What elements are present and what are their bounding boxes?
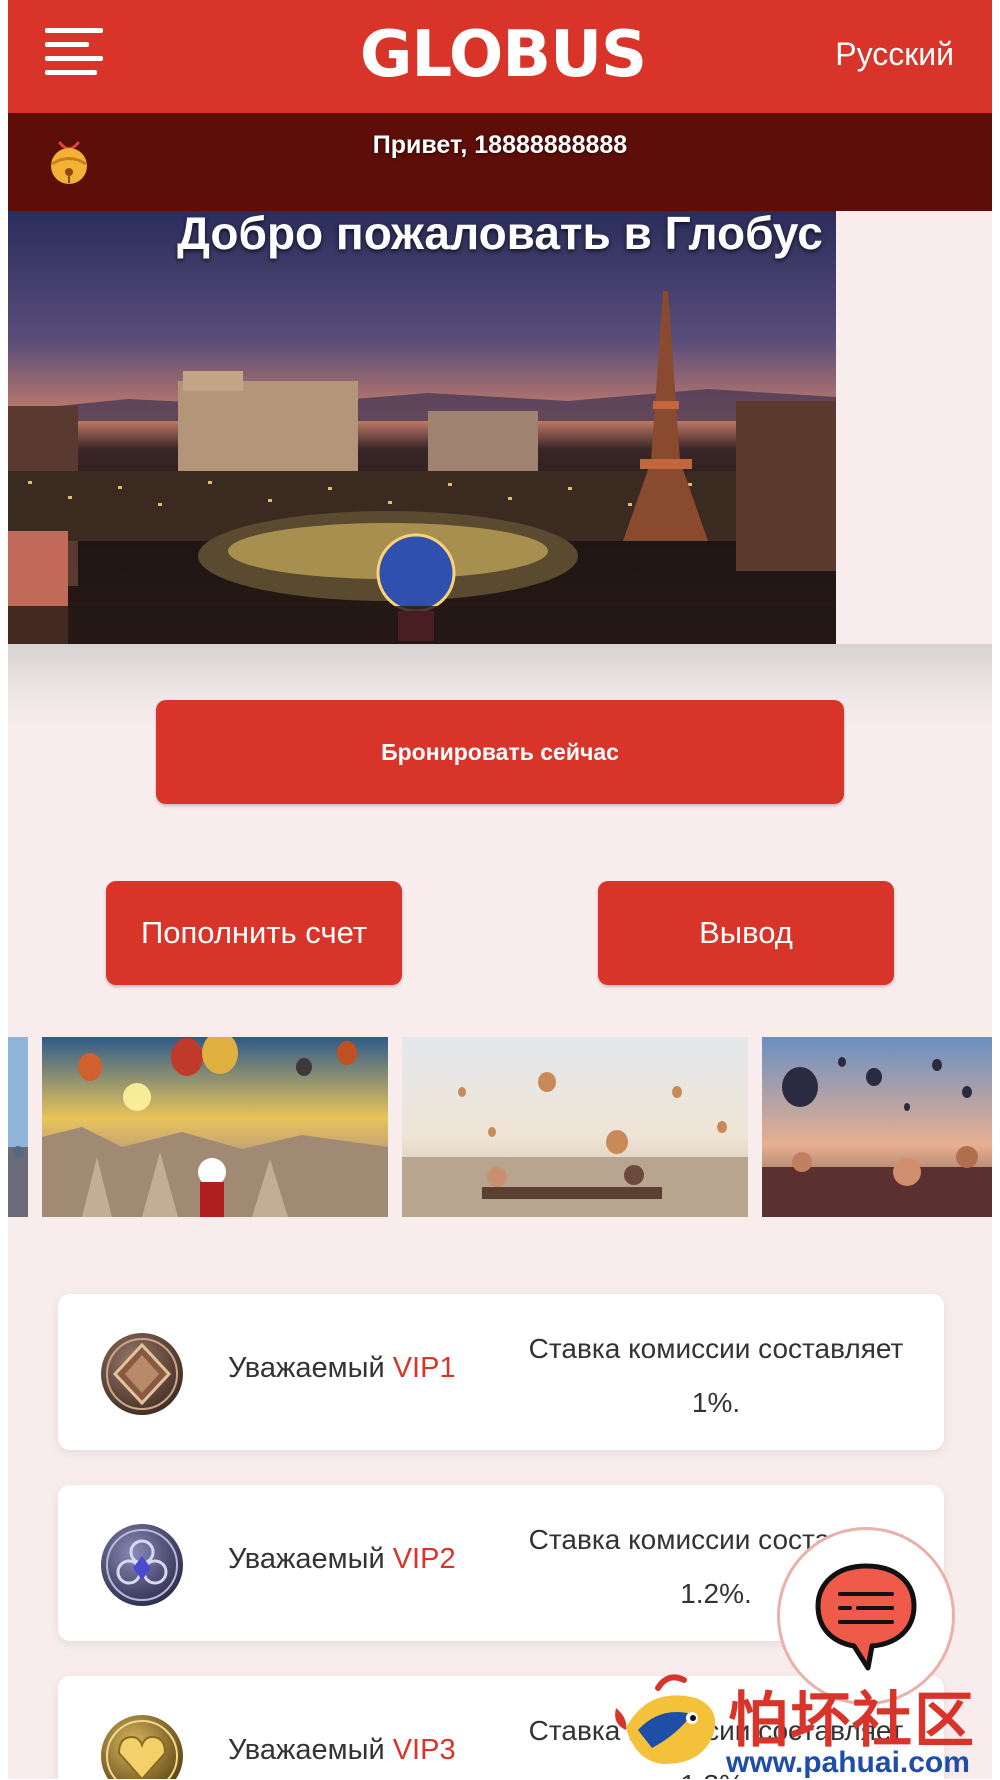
- carousel-slide[interactable]: [762, 1037, 992, 1217]
- carousel-slide[interactable]: [402, 1037, 748, 1217]
- carousel-slide[interactable]: [8, 1037, 28, 1217]
- image-carousel[interactable]: [8, 1037, 992, 1217]
- vip1-badge-icon: [101, 1333, 183, 1415]
- rate-value: 1%.: [691, 1387, 741, 1418]
- welcome-title: Добро пожаловать в Глобус: [177, 207, 823, 259]
- carousel-slide[interactable]: [42, 1037, 388, 1217]
- vip-prefix: Уважаемый: [228, 1352, 385, 1384]
- vip-prefix: Уважаемый: [228, 1734, 385, 1766]
- site-watermark: 怕坏社区 www.pahuai.com: [608, 1668, 1000, 1779]
- book-now-button[interactable]: Бронировать сейчас: [156, 700, 844, 804]
- deposit-button[interactable]: Пополнить счет: [106, 881, 402, 985]
- vip2-badge-icon: [101, 1524, 183, 1606]
- globus-logo[interactable]: GLOBUS: [353, 20, 653, 90]
- rate-text: Ставка комиссии составляет: [528, 1333, 904, 1364]
- city-night-illustration: [8, 291, 836, 644]
- vip-level: VIP2: [392, 1543, 456, 1575]
- vip-level: VIP3: [392, 1734, 456, 1766]
- hamburger-menu-icon[interactable]: [45, 28, 103, 80]
- page: GLOBUS Русский Привет, 18888888888 Добро…: [8, 0, 992, 1779]
- vip-prefix: Уважаемый: [228, 1543, 385, 1575]
- vip-name: Уважаемый VIP3: [228, 1734, 456, 1767]
- fish-logo-icon: [615, 1674, 716, 1764]
- hero-banner: [8, 211, 836, 644]
- vip-level: VIP1: [392, 1352, 456, 1384]
- vip-name: Уважаемый VIP1: [228, 1352, 456, 1385]
- vip3-badge-icon: [101, 1715, 183, 1779]
- greeting-text: Привет, 18888888888: [372, 131, 628, 159]
- language-selector[interactable]: Русский: [835, 34, 954, 74]
- top-header: GLOBUS Русский: [8, 0, 992, 113]
- vip-commission-rate: Ставка комиссии составляет 1%.: [496, 1322, 936, 1430]
- vip-name: Уважаемый VIP2: [228, 1543, 456, 1576]
- watermark-url: www.pahuai.com: [726, 1746, 970, 1779]
- withdraw-button[interactable]: Вывод: [598, 881, 894, 985]
- notice-bar: [8, 113, 992, 211]
- vip-card[interactable]: Уважаемый VIP1 Ставка комиссии составляе…: [58, 1294, 944, 1450]
